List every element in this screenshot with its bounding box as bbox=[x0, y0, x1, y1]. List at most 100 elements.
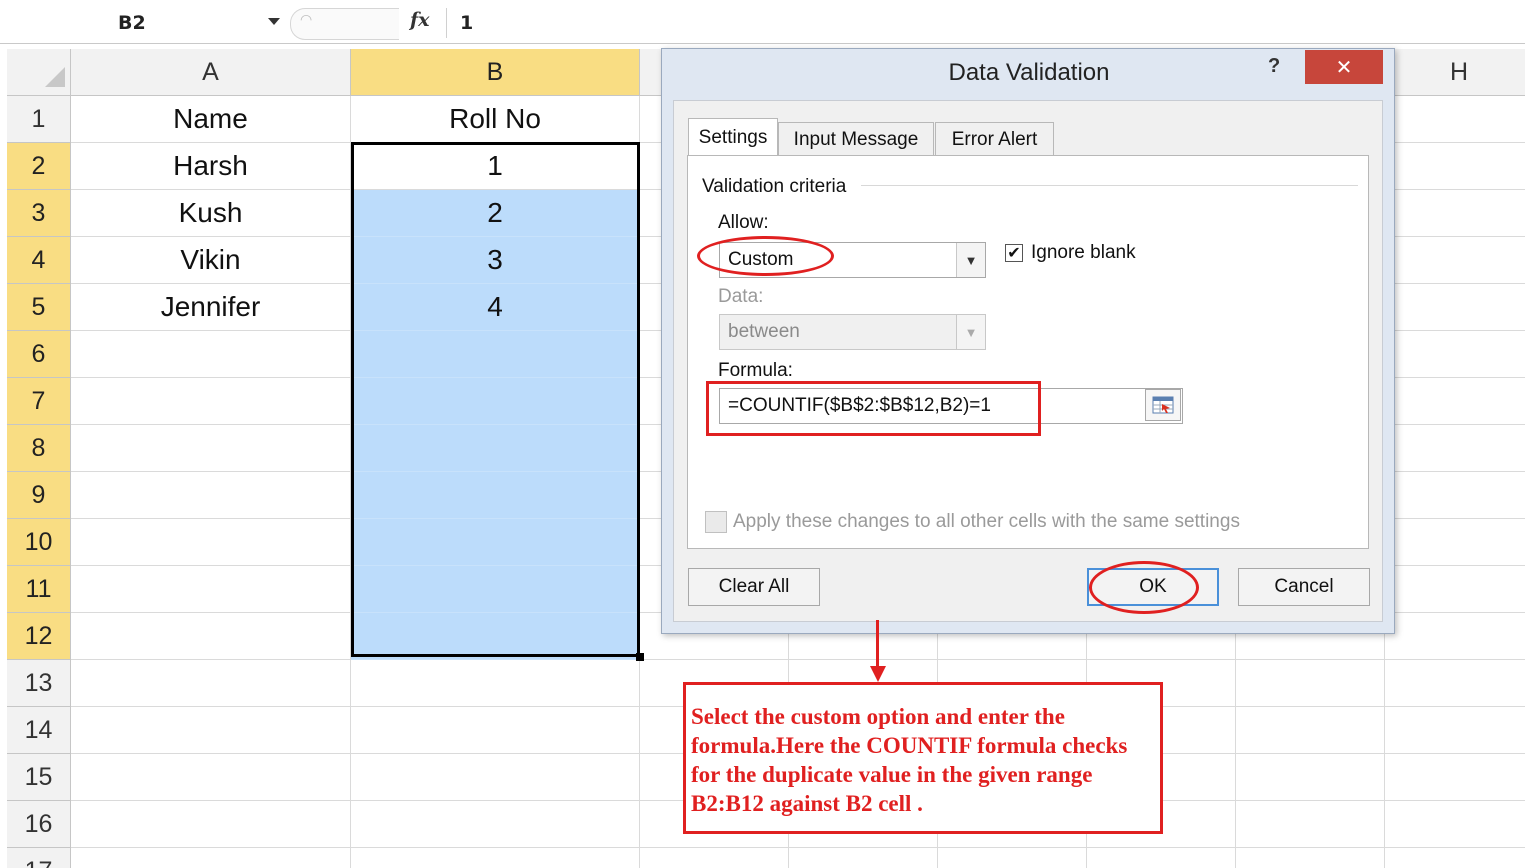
annotation-arrow-line bbox=[876, 620, 879, 668]
cell-g15[interactable] bbox=[1236, 754, 1385, 801]
cell-a16[interactable] bbox=[71, 801, 351, 848]
clear-all-button[interactable]: Clear All bbox=[688, 568, 820, 606]
ignore-blank-checkbox[interactable]: ✔ bbox=[1005, 244, 1023, 262]
tab-error-alert[interactable]: Error Alert bbox=[935, 122, 1054, 156]
cell-g17[interactable] bbox=[1236, 848, 1385, 868]
cell-b16[interactable] bbox=[351, 801, 640, 848]
row-header-11[interactable]: 11 bbox=[7, 566, 71, 613]
cell-h5[interactable] bbox=[1385, 284, 1525, 331]
cell-h3[interactable] bbox=[1385, 190, 1525, 237]
cell-h1[interactable] bbox=[1385, 96, 1525, 143]
row-header-6[interactable]: 6 bbox=[7, 331, 71, 378]
ok-highlight-ellipse bbox=[1089, 561, 1199, 614]
formula-bar bbox=[0, 0, 1525, 44]
cell-a12[interactable] bbox=[71, 613, 351, 660]
apply-all-checkbox[interactable] bbox=[705, 511, 727, 533]
help-button[interactable]: ? bbox=[1268, 55, 1280, 78]
cell-b13[interactable] bbox=[351, 660, 640, 707]
cell-c17[interactable] bbox=[640, 848, 789, 868]
cell-a2[interactable]: Harsh bbox=[71, 143, 351, 190]
row-header-9[interactable]: 9 bbox=[7, 472, 71, 519]
cell-g16[interactable] bbox=[1236, 801, 1385, 848]
annotation-arrow-icon bbox=[870, 666, 886, 682]
cell-a6[interactable] bbox=[71, 331, 351, 378]
cell-a5[interactable]: Jennifer bbox=[71, 284, 351, 331]
cell-h12[interactable] bbox=[1385, 613, 1525, 660]
cell-b15[interactable] bbox=[351, 754, 640, 801]
cell-a17[interactable] bbox=[71, 848, 351, 868]
name-box-dropdown-icon[interactable] bbox=[268, 18, 280, 25]
ignore-blank-label: Ignore blank bbox=[1031, 242, 1136, 263]
row-header-8[interactable]: 8 bbox=[7, 425, 71, 472]
cell-a11[interactable] bbox=[71, 566, 351, 613]
custom-highlight-ellipse bbox=[697, 236, 834, 276]
data-value: between bbox=[728, 321, 800, 342]
tab-input-message[interactable]: Input Message bbox=[778, 122, 934, 156]
insert-function-icon[interactable]: fx bbox=[410, 9, 430, 31]
formula-input[interactable]: 1 bbox=[460, 12, 473, 34]
column-header-h[interactable]: H bbox=[1385, 49, 1525, 96]
cell-a10[interactable] bbox=[71, 519, 351, 566]
cell-a4[interactable]: Vikin bbox=[71, 237, 351, 284]
cell-b1[interactable]: Roll No bbox=[351, 96, 640, 143]
row-header-10[interactable]: 10 bbox=[7, 519, 71, 566]
cell-a1[interactable]: Name bbox=[71, 96, 351, 143]
cell-h4[interactable] bbox=[1385, 237, 1525, 284]
row-header-5[interactable]: 5 bbox=[7, 284, 71, 331]
cell-a7[interactable] bbox=[71, 378, 351, 425]
cell-a8[interactable] bbox=[71, 425, 351, 472]
row-header-16[interactable]: 16 bbox=[7, 801, 71, 848]
allow-label: Allow: bbox=[718, 212, 769, 233]
select-all-icon bbox=[45, 67, 65, 87]
cell-a9[interactable] bbox=[71, 472, 351, 519]
fill-handle[interactable] bbox=[636, 653, 644, 661]
close-button[interactable]: ✕ bbox=[1305, 50, 1383, 84]
cell-b17[interactable] bbox=[351, 848, 640, 868]
row-header-3[interactable]: 3 bbox=[7, 190, 71, 237]
row-header-14[interactable]: 14 bbox=[7, 707, 71, 754]
cell-a13[interactable] bbox=[71, 660, 351, 707]
name-box[interactable]: B2 bbox=[118, 12, 146, 34]
cell-h9[interactable] bbox=[1385, 472, 1525, 519]
row-header-13[interactable]: 13 bbox=[7, 660, 71, 707]
row-header-1[interactable]: 1 bbox=[7, 96, 71, 143]
chevron-down-icon: ▼ bbox=[956, 315, 985, 349]
row-header-17[interactable]: 17 bbox=[7, 848, 71, 868]
cell-h16[interactable] bbox=[1385, 801, 1525, 848]
row-header-7[interactable]: 7 bbox=[7, 378, 71, 425]
row-header-15[interactable]: 15 bbox=[7, 754, 71, 801]
cell-g13[interactable] bbox=[1236, 660, 1385, 707]
cell-h6[interactable] bbox=[1385, 331, 1525, 378]
formula-bar-border bbox=[0, 43, 1525, 44]
cell-f17[interactable] bbox=[1087, 848, 1236, 868]
cell-e17[interactable] bbox=[938, 848, 1087, 868]
cell-a14[interactable] bbox=[71, 707, 351, 754]
cancel-button[interactable]: Cancel bbox=[1238, 568, 1370, 606]
range-selector-icon[interactable] bbox=[1145, 389, 1181, 421]
column-header-a[interactable]: A bbox=[71, 49, 351, 96]
cell-h8[interactable] bbox=[1385, 425, 1525, 472]
cell-h2[interactable] bbox=[1385, 143, 1525, 190]
cell-h10[interactable] bbox=[1385, 519, 1525, 566]
expand-icon[interactable]: ◠ bbox=[300, 12, 312, 28]
cell-a3[interactable]: Kush bbox=[71, 190, 351, 237]
cell-h13[interactable] bbox=[1385, 660, 1525, 707]
chevron-down-icon[interactable]: ▼ bbox=[956, 243, 985, 277]
cell-h7[interactable] bbox=[1385, 378, 1525, 425]
selection-border bbox=[351, 142, 640, 657]
tab-settings[interactable]: Settings bbox=[688, 118, 778, 156]
cell-h14[interactable] bbox=[1385, 707, 1525, 754]
row-header-2[interactable]: 2 bbox=[7, 143, 71, 190]
cell-h15[interactable] bbox=[1385, 754, 1525, 801]
cell-h11[interactable] bbox=[1385, 566, 1525, 613]
cell-h17[interactable] bbox=[1385, 848, 1525, 868]
cell-g14[interactable] bbox=[1236, 707, 1385, 754]
cell-d17[interactable] bbox=[789, 848, 938, 868]
cell-a15[interactable] bbox=[71, 754, 351, 801]
apply-all-label: Apply these changes to all other cells w… bbox=[733, 511, 1240, 532]
cell-b14[interactable] bbox=[351, 707, 640, 754]
section-divider bbox=[861, 185, 1358, 186]
column-header-b[interactable]: B bbox=[351, 49, 640, 96]
row-header-12[interactable]: 12 bbox=[7, 613, 71, 660]
row-header-4[interactable]: 4 bbox=[7, 237, 71, 284]
